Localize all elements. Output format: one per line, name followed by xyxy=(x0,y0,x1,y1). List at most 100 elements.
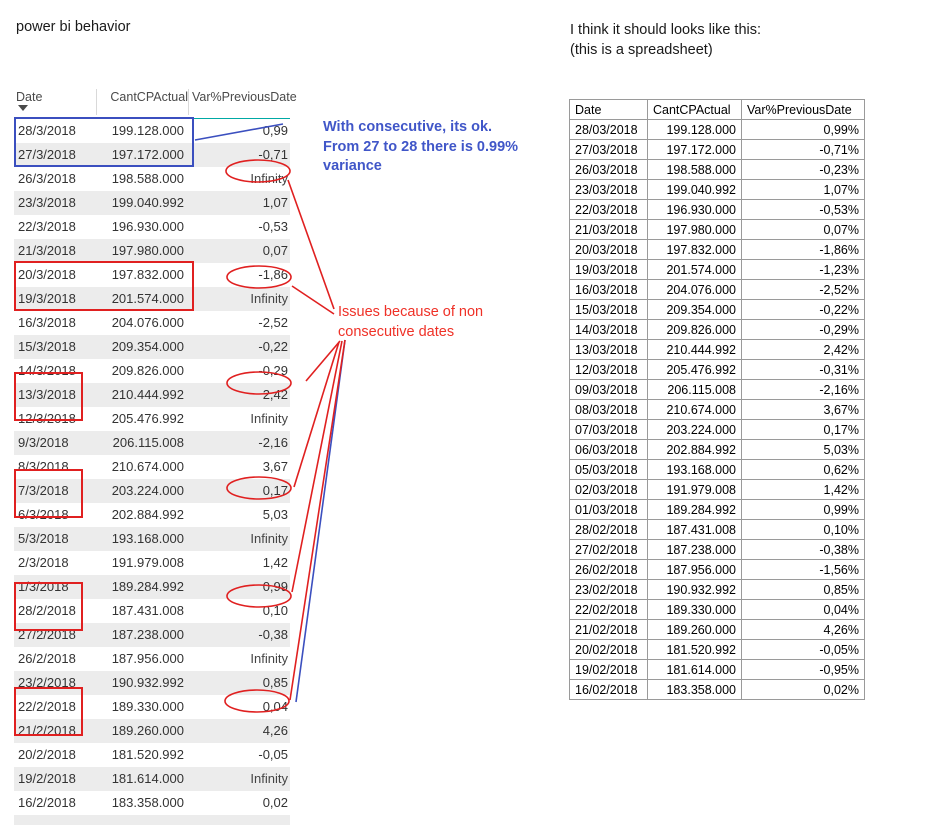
cell-date: 13/3/2018 xyxy=(18,387,76,402)
cell-date: 15/3/2018 xyxy=(18,339,76,354)
powerbi-table-row[interactable]: 8/3/2018 210.674.000 3,67 xyxy=(14,455,290,479)
spreadsheet-column-header-cantcpactual[interactable]: CantCPActual xyxy=(647,99,742,120)
powerbi-table-row[interactable]: 22/3/2018 196.930.000 -0,53 xyxy=(14,215,290,239)
cell-cantcpactual: 197.980.000 xyxy=(647,219,742,240)
cell-cantcpactual: 196.930.000 xyxy=(647,199,742,220)
cell-var: 0,07 xyxy=(262,243,288,258)
spreadsheet-table-row[interactable]: 28/02/2018 187.431.008 0,10% xyxy=(569,519,865,540)
cell-cantcpactual: 205.476.992 xyxy=(647,359,742,380)
powerbi-table-row[interactable]: 16/3/2018 204.076.000 -2,52 xyxy=(14,311,290,335)
spreadsheet-table-row[interactable]: 01/03/2018 189.284.992 0,99% xyxy=(569,499,865,520)
spreadsheet-table-row[interactable]: 08/03/2018 210.674.000 3,67% xyxy=(569,399,865,420)
powerbi-table-row[interactable]: 5/3/2018 193.168.000 Infinity xyxy=(14,527,290,551)
spreadsheet-table-row[interactable]: 13/03/2018 210.444.992 2,42% xyxy=(569,339,865,360)
spreadsheet-table-row[interactable]: 19/02/2018 181.614.000 -0,95% xyxy=(569,659,865,680)
powerbi-table-row[interactable]: 16/2/2018 183.358.000 0,02 xyxy=(14,791,290,815)
cell-cantcpactual: 209.354.000 xyxy=(647,299,742,320)
powerbi-table-row[interactable]: 7/3/2018 203.224.000 0,17 xyxy=(14,479,290,503)
powerbi-table-row[interactable]: 28/2/2018 187.431.008 0,10 xyxy=(14,599,290,623)
cell-cantcpactual: 210.444.992 xyxy=(647,339,742,360)
spreadsheet-table-row[interactable]: 20/02/2018 181.520.992 -0,05% xyxy=(569,639,865,660)
cell-date: 14/3/2018 xyxy=(18,363,76,378)
column-header-varpreviousdate[interactable]: Var%PreviousDate xyxy=(192,90,297,104)
powerbi-table-row[interactable]: 26/2/2018 187.956.000 Infinity xyxy=(14,647,290,671)
spreadsheet-table-row[interactable]: 20/03/2018 197.832.000 -1,86% xyxy=(569,239,865,260)
spreadsheet-table-row[interactable]: 05/03/2018 193.168.000 0,62% xyxy=(569,459,865,480)
cell-var: -0,05 xyxy=(258,747,288,762)
spreadsheet-column-header-varpreviousdate[interactable]: Var%PreviousDate xyxy=(741,99,865,120)
cell-date: 2/3/2018 xyxy=(18,555,69,570)
powerbi-table-row[interactable]: 21/3/2018 197.980.000 0,07 xyxy=(14,239,290,263)
powerbi-table-row[interactable]: 28/3/2018 199.128.000 0,99 xyxy=(14,119,290,143)
spreadsheet-table-row[interactable]: 23/02/2018 190.932.992 0,85% xyxy=(569,579,865,600)
spreadsheet-table-row[interactable]: 28/03/2018 199.128.000 0,99% xyxy=(569,119,865,140)
powerbi-table-row[interactable]: 1/3/2018 189.284.992 0,99 xyxy=(14,575,290,599)
cell-cantcpactual: 183.358.000 xyxy=(111,795,184,810)
cell-date: 19/03/2018 xyxy=(569,259,648,280)
cell-var-infinity: Infinity xyxy=(250,171,288,186)
column-header-date[interactable]: Date xyxy=(16,90,42,104)
spreadsheet-table-row[interactable]: 19/03/2018 201.574.000 -1,23% xyxy=(569,259,865,280)
cell-cantcpactual: 199.040.992 xyxy=(111,195,184,210)
spreadsheet-table-row[interactable]: 22/02/2018 189.330.000 0,04% xyxy=(569,599,865,620)
powerbi-table-row[interactable]: 19/2/2018 181.614.000 Infinity xyxy=(14,767,290,791)
spreadsheet-column-header-date[interactable]: Date xyxy=(569,99,648,120)
spreadsheet-table-row[interactable]: 15/03/2018 209.354.000 -0,22% xyxy=(569,299,865,320)
powerbi-table-row[interactable]: 19/3/2018 201.574.000 Infinity xyxy=(14,287,290,311)
powerbi-table-row[interactable]: 27/2/2018 187.238.000 -0,38 xyxy=(14,623,290,647)
cell-cantcpactual: 189.330.000 xyxy=(111,699,184,714)
spreadsheet-table-row[interactable]: 22/03/2018 196.930.000 -0,53% xyxy=(569,199,865,220)
cell-var: 0,02% xyxy=(741,679,865,700)
spreadsheet-table-row[interactable]: 27/03/2018 197.172.000 -0,71% xyxy=(569,139,865,160)
powerbi-table-row[interactable]: 14/3/2018 209.826.000 -0,29 xyxy=(14,359,290,383)
cell-cantcpactual: 209.354.000 xyxy=(111,339,184,354)
cell-cantcpactual: 205.476.992 xyxy=(111,411,184,426)
cell-date: 27/2/2018 xyxy=(18,627,76,642)
cell-date: 16/03/2018 xyxy=(569,279,648,300)
powerbi-table-row[interactable]: 6/3/2018 202.884.992 5,03 xyxy=(14,503,290,527)
powerbi-table-row[interactable]: 20/3/2018 197.832.000 -1,86 xyxy=(14,263,290,287)
spreadsheet-table-row[interactable]: 02/03/2018 191.979.008 1,42% xyxy=(569,479,865,500)
cell-cantcpactual: 189.330.000 xyxy=(647,599,742,620)
powerbi-table-row[interactable]: 21/2/2018 189.260.000 4,26 xyxy=(14,719,290,743)
spreadsheet-table-row[interactable]: 09/03/2018 206.115.008 -2,16% xyxy=(569,379,865,400)
spreadsheet-table-row[interactable]: 14/03/2018 209.826.000 -0,29% xyxy=(569,319,865,340)
spreadsheet-table-row[interactable]: 27/02/2018 187.238.000 -0,38% xyxy=(569,539,865,560)
powerbi-table-row[interactable]: 13/3/2018 210.444.992 2,42 xyxy=(14,383,290,407)
sort-descending-caret-icon[interactable] xyxy=(18,105,28,111)
spreadsheet-table-row[interactable]: 07/03/2018 203.224.000 0,17% xyxy=(569,419,865,440)
cell-date: 19/2/2018 xyxy=(18,771,76,786)
spreadsheet-table-row[interactable]: 21/02/2018 189.260.000 4,26% xyxy=(569,619,865,640)
spreadsheet-table-row[interactable]: 26/02/2018 187.956.000 -1,56% xyxy=(569,559,865,580)
spreadsheet-table-row[interactable]: 16/02/2018 183.358.000 0,02% xyxy=(569,679,865,700)
cell-date: 6/3/2018 xyxy=(18,507,69,522)
column-header-cantcpactual[interactable]: CantCPActual xyxy=(100,90,188,104)
spreadsheet-table-row[interactable]: 26/03/2018 198.588.000 -0,23% xyxy=(569,159,865,180)
cell-cantcpactual: 204.076.000 xyxy=(647,279,742,300)
cell-var: 4,26% xyxy=(741,619,865,640)
spreadsheet-table-row[interactable]: 12/03/2018 205.476.992 -0,31% xyxy=(569,359,865,380)
cell-var: -0,38 xyxy=(258,627,288,642)
spreadsheet-table-row[interactable]: 16/03/2018 204.076.000 -2,52% xyxy=(569,279,865,300)
spreadsheet-table-row[interactable]: 06/03/2018 202.884.992 5,03% xyxy=(569,439,865,460)
powerbi-table-row[interactable]: 15/3/2018 209.354.000 -0,22 xyxy=(14,335,290,359)
cell-date: 16/3/2018 xyxy=(18,315,76,330)
powerbi-table-row[interactable]: 12/3/2018 205.476.992 Infinity xyxy=(14,407,290,431)
cell-date: 07/03/2018 xyxy=(569,419,648,440)
powerbi-table-row[interactable]: 9/3/2018 206.115.008 -2,16 xyxy=(14,431,290,455)
cell-cantcpactual: 189.284.992 xyxy=(647,499,742,520)
powerbi-table-row[interactable]: 20/2/2018 181.520.992 -0,05 xyxy=(14,743,290,767)
cell-cantcpactual: 202.884.992 xyxy=(111,507,184,522)
cell-cantcpactual: 209.826.000 xyxy=(111,363,184,378)
cell-var: 0,10 xyxy=(262,603,288,618)
powerbi-table-row[interactable]: 23/3/2018 199.040.992 1,07 xyxy=(14,191,290,215)
powerbi-table-row[interactable]: 26/3/2018 198.588.000 Infinity xyxy=(14,167,290,191)
powerbi-table-row[interactable]: 2/3/2018 191.979.008 1,42 xyxy=(14,551,290,575)
powerbi-table-row[interactable]: 27/3/2018 197.172.000 -0,71 xyxy=(14,143,290,167)
cell-cantcpactual: 189.284.992 xyxy=(111,579,184,594)
spreadsheet-table-row[interactable]: 23/03/2018 199.040.992 1,07% xyxy=(569,179,865,200)
powerbi-table-row[interactable]: 22/2/2018 189.330.000 0,04 xyxy=(14,695,290,719)
cell-var-infinity: Infinity xyxy=(250,411,288,426)
spreadsheet-table-row[interactable]: 21/03/2018 197.980.000 0,07% xyxy=(569,219,865,240)
powerbi-table-row[interactable]: 23/2/2018 190.932.992 0,85 xyxy=(14,671,290,695)
